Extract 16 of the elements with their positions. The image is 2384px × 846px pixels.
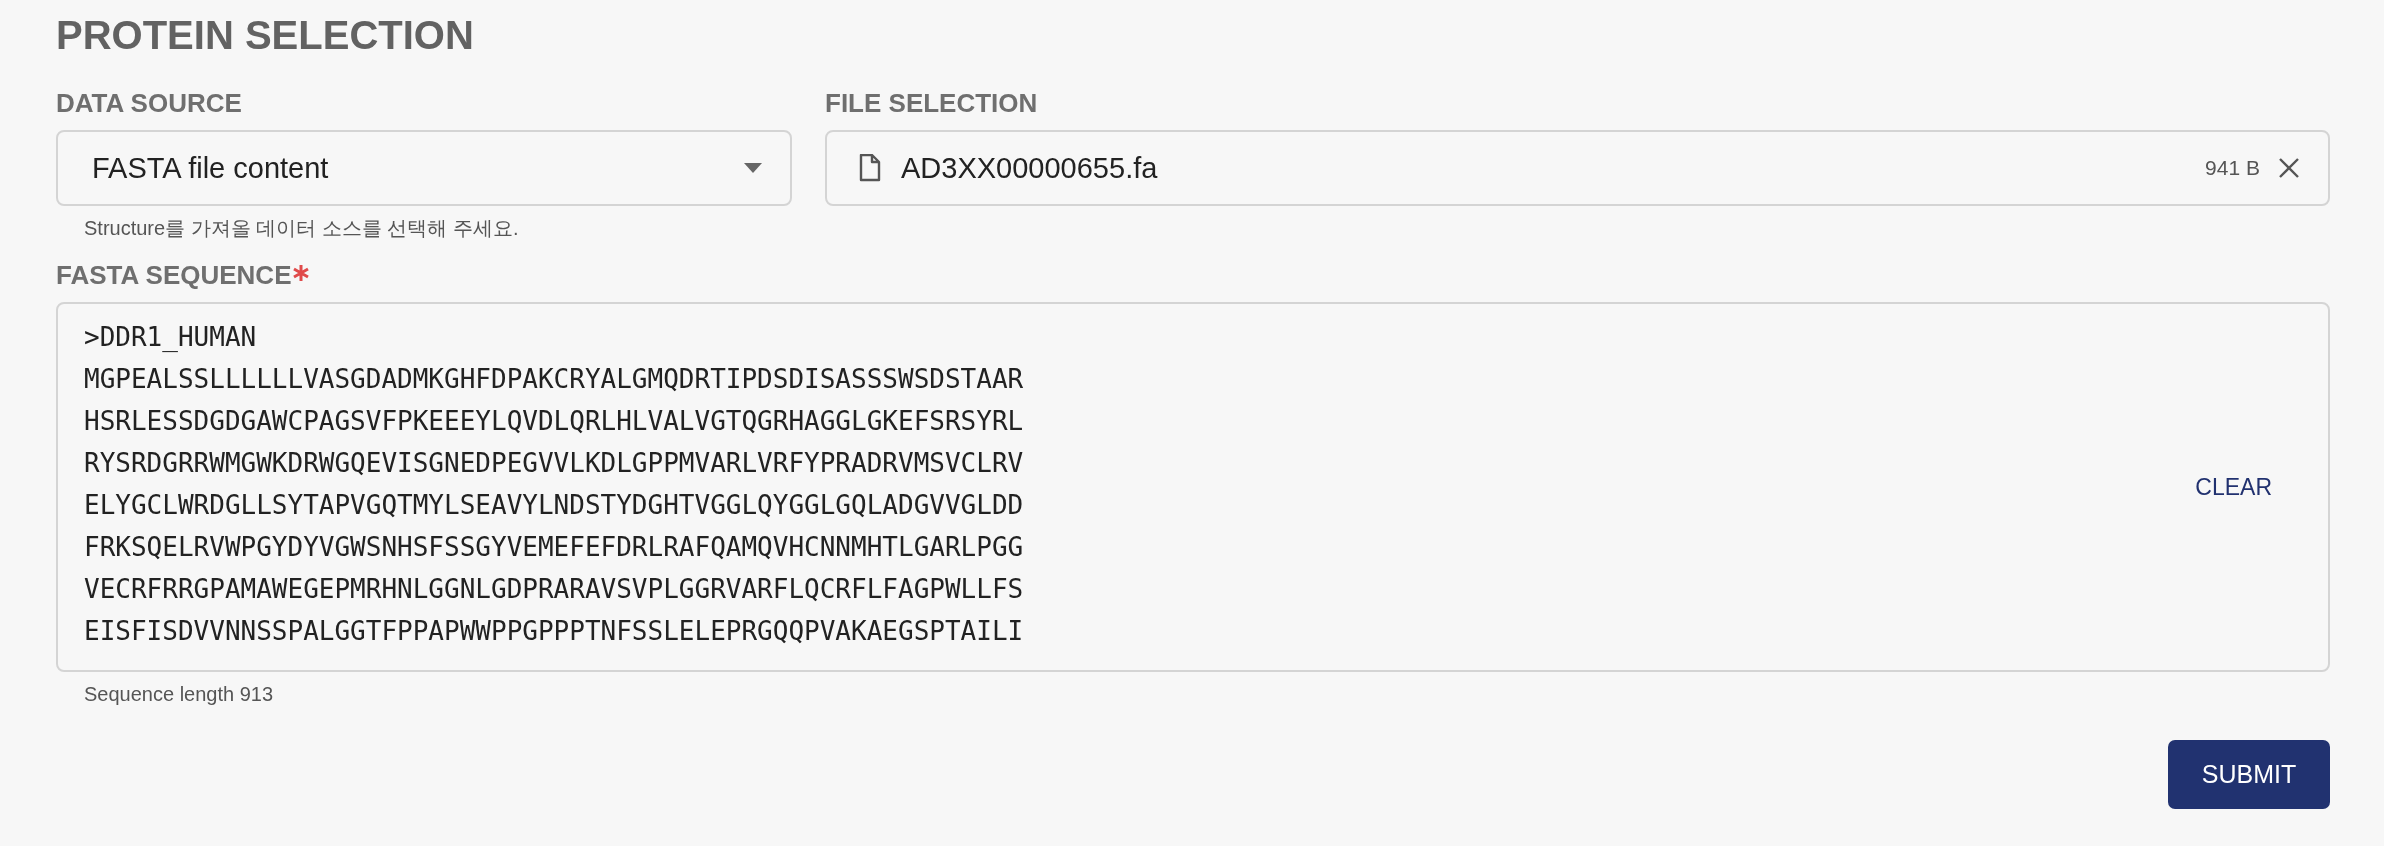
dropdown-caret-icon xyxy=(744,163,762,173)
sequence-field[interactable]: >DDR1_HUMAN MGPEALSSLLLLLLVASGDADMKGHFDPAKCRYALGMQDRTIPDSDISASSSWSDSTAAR HSRLESSDGDGAWCPAGSVFPKEEEYLQVDLQRLHLVALVGTQGRHAGGLGKEFSRSYRL RYSRDGRRWMGWKDRWGQEVISGNEDPEGVVLKDLGPPMVARLVRFYPRADRVMSVCLRV ELYGCLWRDGLLSYTAPVGQTMYLSEAVYLNDSTYDGHTVGGLQYGGLGQLADGVVGLDD FRKSQELRVWPGYDYVGWSNHSFSSGYVEMEFEFDRLRAFQAMQVHCNNMHTLGARLPGG VECRFRRGPAMAWEGEPMRHNLGGNLGDPRARAVSVPLGGRVARFLQCRFLFAGPWLLFS EISFISDVVNNSSPALGGTFPPAPWWPPGPPPTNFSSLELEPRGQQPVAKAEGSPTAILI CLEAR xyxy=(56,302,2330,672)
field-label: FASTA SEQUENCE xyxy=(56,260,292,290)
file-name: AD3XX00000655.fa xyxy=(901,151,1159,185)
field-label: DATA SOURCE xyxy=(56,88,242,118)
file-size: 941 B xyxy=(2205,156,2260,180)
field-label: FILE SELECTION xyxy=(825,88,1038,118)
clear-button[interactable]: CLEAR xyxy=(2187,467,2280,507)
section-title: PROTEIN SELECTION xyxy=(56,12,474,58)
close-icon[interactable] xyxy=(2278,157,2300,179)
file-field[interactable]: AD3XX00000655.fa 941 B xyxy=(825,130,2330,206)
sequence-length-text: Sequence length 913 xyxy=(84,682,274,706)
file-icon xyxy=(859,154,881,182)
submit-button[interactable]: SUBMIT xyxy=(2168,740,2330,809)
data-source-dropdown[interactable]: FASTA file content xyxy=(56,130,792,206)
helper-text: Structure를 가져올 데이터 소스를 선택해 주세요. xyxy=(84,216,519,240)
